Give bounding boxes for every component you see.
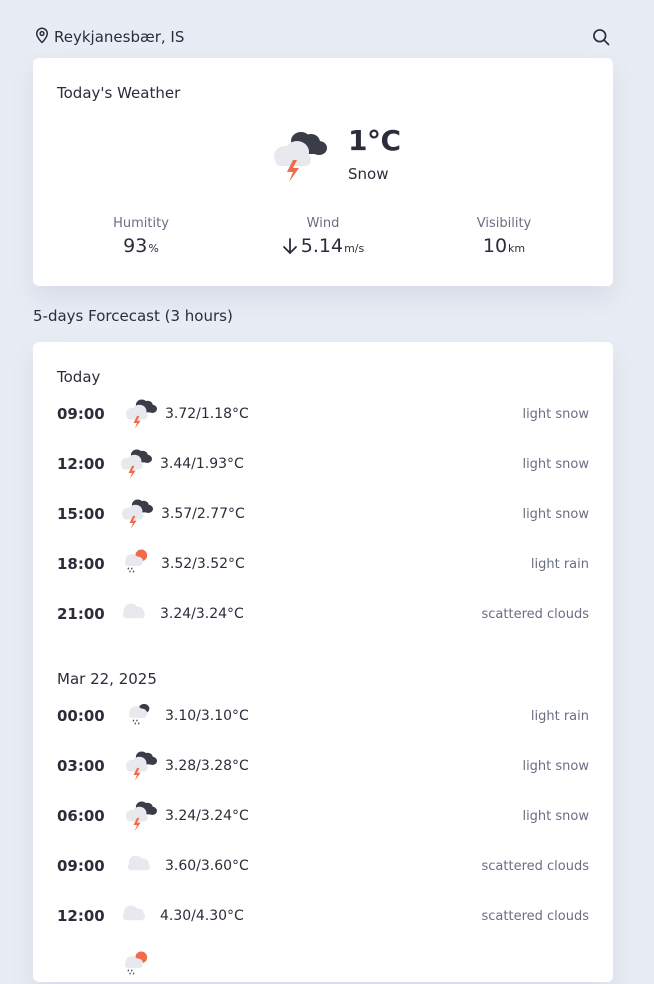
forecast-row-partial — [57, 948, 589, 984]
forecast-title: 5-days Forcecast (3 hours) — [33, 307, 233, 325]
today-weather-card: Today's Weather 1°C Snow Humitity 93 % W… — [33, 58, 613, 286]
humidity-unit: % — [148, 242, 159, 255]
forecast-row: 12:00 3.44/1.93°C light snow — [57, 446, 589, 482]
sun-rain-icon — [124, 951, 148, 975]
visibility-unit: km — [508, 242, 526, 255]
arrow-down-icon — [282, 237, 298, 255]
map-pin-icon — [33, 26, 51, 48]
current-temperature: 1°C — [348, 124, 401, 157]
forecast-time: 12:00 — [57, 907, 105, 925]
forecast-time: 03:00 — [57, 757, 105, 775]
search-icon[interactable] — [591, 27, 613, 49]
cloud-icon — [127, 855, 150, 871]
forecast-description: light snow — [522, 759, 589, 774]
forecast-description: light rain — [530, 709, 589, 724]
location[interactable]: Reykjanesbær, IS — [33, 26, 184, 48]
sun-rain-icon — [124, 549, 148, 573]
forecast-temp-range: 4.30/4.30°C — [160, 908, 244, 924]
forecast-row: 06:00 3.24/3.24°C light snow — [57, 798, 589, 834]
forecast-description: scattered clouds — [481, 909, 590, 924]
forecast-temp-range: 3.52/3.52°C — [161, 556, 245, 572]
wind-value: 5.14 — [300, 235, 344, 257]
thunder-snow-icon — [125, 399, 157, 429]
forecast-row: 03:00 3.28/3.28°C light snow — [57, 748, 589, 784]
forecast-description: scattered clouds — [481, 607, 590, 622]
forecast-row: 09:00 3.60/3.60°C scattered clouds — [57, 848, 589, 884]
forecast-temp-range: 3.57/2.77°C — [161, 506, 245, 522]
forecast-time: 00:00 — [57, 707, 105, 725]
forecast-time: 09:00 — [57, 857, 105, 875]
thunder-snow-icon — [125, 751, 157, 781]
forecast-time: 21:00 — [57, 605, 105, 623]
thunder-snow-icon — [121, 499, 153, 529]
forecast-row: 15:00 3.57/2.77°C light snow — [57, 496, 589, 532]
wind-unit: m/s — [344, 242, 365, 255]
forecast-row: 09:00 3.72/1.18°C light snow — [57, 396, 589, 432]
forecast-row: 18:00 3.52/3.52°C light rain — [57, 546, 589, 582]
humidity-value: 93 — [123, 235, 148, 257]
forecast-time: 09:00 — [57, 405, 105, 423]
forecast-description: light snow — [522, 457, 589, 472]
forecast-description: light snow — [522, 407, 589, 422]
thunder-snow-icon — [274, 132, 327, 182]
forecast-time: 18:00 — [57, 555, 105, 573]
forecast-row: 12:00 4.30/4.30°C scattered clouds — [57, 898, 589, 934]
forecast-card: Today 09:00 3.72/1.18°C light snow 12:00… — [33, 342, 613, 982]
forecast-row: 00:00 3.10/3.10°C light rain — [57, 698, 589, 734]
forecast-temp-range: 3.72/1.18°C — [165, 406, 249, 422]
forecast-time: 06:00 — [57, 807, 105, 825]
thunder-snow-icon — [125, 801, 157, 831]
forecast-description: scattered clouds — [481, 859, 590, 874]
forecast-description: light snow — [522, 507, 589, 522]
visibility-value: 10 — [482, 235, 508, 257]
wind-stat: Wind 5.14 m/s — [243, 216, 403, 257]
cloud-icon — [122, 905, 145, 921]
forecast-temp-range: 3.10/3.10°C — [165, 708, 249, 724]
forecast-temp-range: 3.28/3.28°C — [165, 758, 249, 774]
wind-label: Wind — [306, 216, 340, 231]
forecast-time: 12:00 — [57, 455, 105, 473]
forecast-temp-range: 3.44/1.93°C — [160, 456, 244, 472]
humidity-label: Humitity — [113, 216, 169, 231]
forecast-date: Today — [57, 368, 101, 386]
location-name: Reykjanesbær, IS — [54, 28, 185, 46]
humidity-stat: Humitity 93 % — [61, 216, 221, 257]
visibility-label: Visibility — [476, 216, 532, 231]
forecast-date: Mar 22, 2025 — [57, 670, 157, 688]
forecast-description: light rain — [530, 557, 589, 572]
cloud-rain-icon — [128, 703, 150, 725]
forecast-temp-range: 3.60/3.60°C — [165, 858, 249, 874]
cloud-icon — [122, 603, 145, 619]
forecast-temp-range: 3.24/3.24°C — [160, 606, 244, 622]
forecast-row: 21:00 3.24/3.24°C scattered clouds — [57, 596, 589, 632]
forecast-description: light snow — [522, 809, 589, 824]
today-title: Today's Weather — [57, 84, 181, 102]
current-condition: Snow — [348, 165, 389, 183]
thunder-snow-icon — [120, 449, 152, 479]
top-bar: Reykjanesbær, IS — [33, 24, 613, 52]
forecast-time: 15:00 — [57, 505, 105, 523]
forecast-temp-range: 3.24/3.24°C — [165, 808, 249, 824]
visibility-stat: Visibility 10 km — [424, 216, 584, 257]
